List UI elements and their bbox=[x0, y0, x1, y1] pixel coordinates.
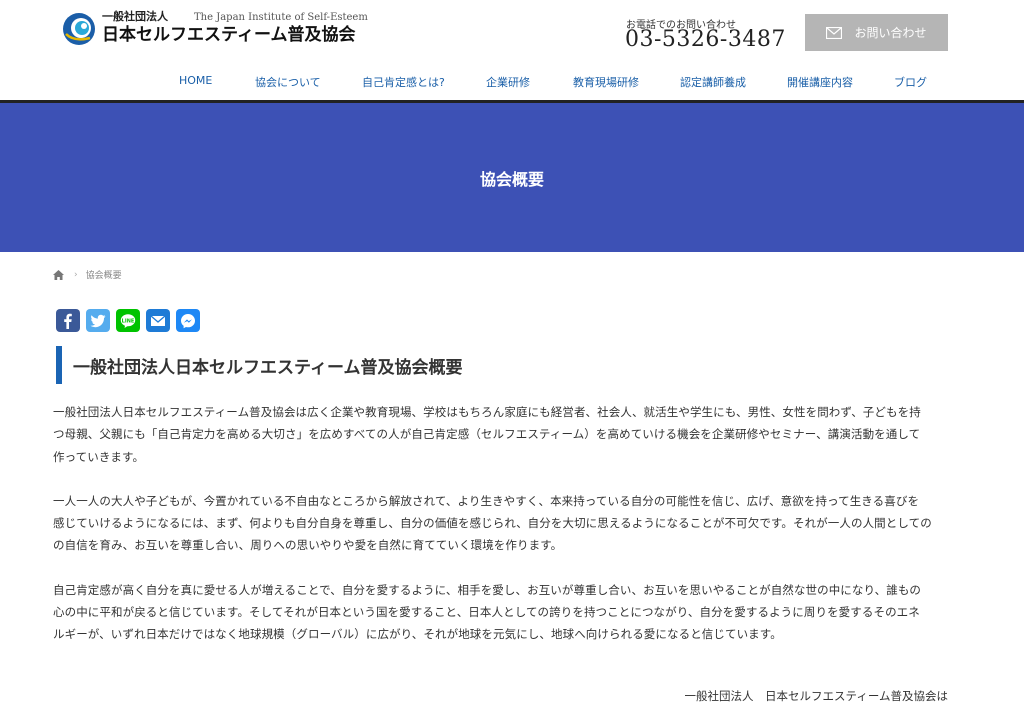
paragraph: 一般社団法人日本セルフエスティーム普及協会は広く企業や教育現場、学校はもちろん家… bbox=[53, 401, 948, 468]
line-share-button[interactable]: LINE bbox=[116, 309, 140, 332]
section-heading: 一般社団法人日本セルフエスティーム普及協会概要 bbox=[56, 346, 952, 384]
nav-item-home[interactable]: HOME bbox=[179, 74, 212, 87]
page-title: 協会概要 bbox=[479, 169, 544, 189]
main-content: 一般社団法人日本セルフエスティーム普及協会は広く企業や教育現場、学校はもちろん家… bbox=[53, 401, 948, 668]
paragraph-line: の自信を育み、お互いを尊重し合い、周りへの思いやりや愛を自然に育てていく環境を作… bbox=[53, 538, 563, 553]
line-icon: LINE bbox=[120, 313, 136, 328]
breadcrumb-current: 協会概要 bbox=[85, 271, 122, 281]
site-header: 一般社団法人 The Japan Institute of Self-Estee… bbox=[0, 0, 1024, 103]
paragraph-line: 心の中に平和が戻ると信じています。そしてそれが日本という国を愛すること、日本人と… bbox=[53, 605, 920, 620]
main-nav: HOME 協会について 自己肯定感とは? 企業研修 教育現場研修 認定講師養成 … bbox=[0, 74, 1024, 90]
paragraph-line: 一人一人の大人や子どもが、今置かれている不自由なところから解放されて、より生きや… bbox=[53, 493, 920, 508]
nav-item-about[interactable]: 協会について bbox=[255, 74, 321, 90]
nav-item-instructor-training[interactable]: 認定講師養成 bbox=[680, 74, 746, 90]
chevron-right-icon: › bbox=[74, 269, 78, 280]
paragraph-line: 自己肯定感が高く自分を真に愛せる人が増えることで、自分を愛するように、相手を愛し… bbox=[53, 582, 922, 597]
nav-item-corporate-training[interactable]: 企業研修 bbox=[486, 74, 530, 90]
home-icon[interactable] bbox=[53, 269, 64, 280]
mail-icon bbox=[826, 26, 843, 39]
section-heading-text: 一般社団法人日本セルフエスティーム普及協会概要 bbox=[73, 357, 463, 378]
phone-number[interactable]: 03-5326-3487 bbox=[625, 27, 786, 52]
messenger-share-button[interactable] bbox=[176, 309, 200, 332]
twitter-icon bbox=[90, 314, 106, 327]
nav-item-courses[interactable]: 開催講座内容 bbox=[787, 74, 853, 90]
share-buttons: LINE bbox=[56, 309, 206, 332]
signature-line: 一般社団法人 日本セルフエスティーム普及協会は bbox=[684, 689, 948, 703]
inquiry-button[interactable]: お問い合わせ bbox=[805, 14, 948, 51]
paragraph-line: つ母親、父親にも「自己肯定力を高める大切さ」を広めすべての人が自己肯定感（セルフ… bbox=[53, 427, 921, 442]
svg-text:LINE: LINE bbox=[122, 318, 135, 324]
breadcrumb: › 協会概要 bbox=[53, 268, 122, 281]
facebook-icon bbox=[64, 313, 72, 329]
nav-item-self-esteem[interactable]: 自己肯定感とは? bbox=[362, 74, 445, 90]
facebook-share-button[interactable] bbox=[56, 309, 80, 332]
nav-item-blog[interactable]: ブログ bbox=[894, 74, 927, 90]
logo-text: 一般社団法人 The Japan Institute of Self-Estee… bbox=[102, 11, 368, 46]
messenger-icon bbox=[181, 313, 195, 328]
email-icon bbox=[150, 315, 166, 326]
paragraph-line: 一般社団法人日本セルフエスティーム普及協会は広く企業や教育現場、学校はもちろん家… bbox=[53, 405, 921, 419]
inquiry-button-label: お問い合わせ bbox=[854, 26, 927, 40]
logo-name: 日本セルフエスティーム普及協会 bbox=[102, 25, 356, 45]
logo-mark-icon bbox=[63, 12, 95, 45]
paragraph: 自己肯定感が高く自分を真に愛せる人が増えることで、自分を愛するように、相手を愛し… bbox=[53, 579, 948, 646]
logo-english-name: The Japan Institute of Self-Esteem bbox=[194, 12, 368, 23]
logo-small-text: 一般社団法人 bbox=[102, 10, 168, 23]
email-share-button[interactable] bbox=[146, 309, 170, 332]
paragraph: 一人一人の大人や子どもが、今置かれている不自由なところから解放されて、より生きや… bbox=[53, 490, 948, 557]
page-hero-banner: 協会概要 bbox=[0, 103, 1024, 252]
paragraph-line: 作っていきます。 bbox=[53, 449, 145, 464]
paragraph-line: ルギーが、いずれ日本だけではなく地球規模（グローバル）に広がり、それが地球を元気… bbox=[53, 627, 782, 642]
nav-item-education-training[interactable]: 教育現場研修 bbox=[573, 74, 639, 90]
paragraph-line: 感じていけるようになるには、まず、何よりも自分自身を尊重し、自分の価値を感じられ… bbox=[53, 516, 932, 531]
site-logo[interactable]: 一般社団法人 The Japan Institute of Self-Estee… bbox=[62, 11, 368, 46]
twitter-share-button[interactable] bbox=[86, 309, 110, 332]
